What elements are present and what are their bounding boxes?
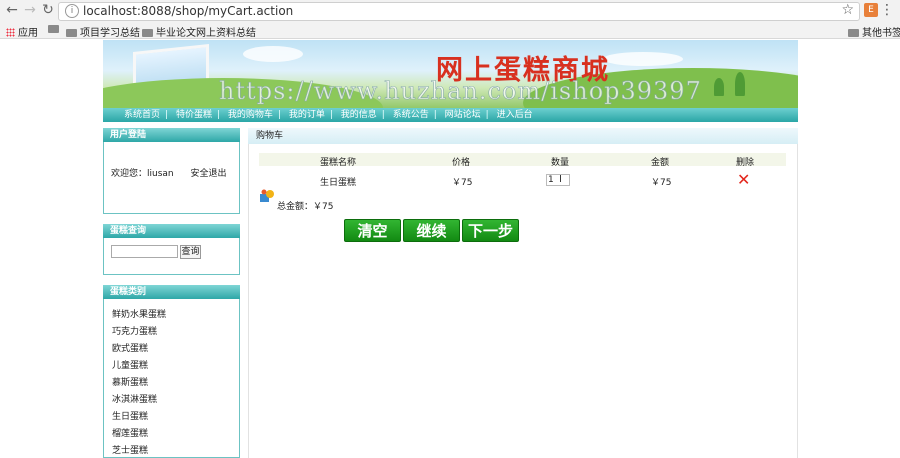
cart-panel <box>248 144 798 458</box>
nav-forum[interactable]: 网站论坛 <box>440 108 486 122</box>
category-panel-title: 蛋糕类别 <box>103 285 240 299</box>
nav-announcements[interactable]: 系统公告 <box>388 108 434 122</box>
cloud-shape <box>603 52 683 66</box>
folder-icon <box>142 29 153 37</box>
welcome-text: 欢迎您：liusan <box>111 169 174 179</box>
category-item[interactable]: 巧克力蛋糕 <box>112 324 157 337</box>
search-button[interactable]: 查询 <box>180 245 201 259</box>
tree-graphic <box>714 78 724 96</box>
search-panel-title: 蛋糕查询 <box>103 224 240 238</box>
folder-icon <box>66 29 77 37</box>
reload-icon[interactable]: ↻ <box>40 2 56 18</box>
nav-my-orders[interactable]: 我的订单 <box>284 108 330 122</box>
forward-icon[interactable]: → <box>22 2 38 18</box>
apps-icon <box>6 28 15 37</box>
nav-my-info[interactable]: 我的信息 <box>336 108 382 122</box>
next-step-button[interactable]: 下一步 <box>462 219 519 242</box>
cart-total-icon <box>260 189 274 202</box>
bookmarks-bar: 应用 项目学习总结 毕业论文网上资料总结 其他书签 <box>0 22 900 39</box>
nav-my-cart[interactable]: 我的购物车 <box>223 108 278 122</box>
cart-total: 总金额：￥75 <box>277 202 334 212</box>
cart-item-name: 生日蛋糕 <box>320 178 357 188</box>
col-header-name: 蛋糕名称 <box>320 158 357 168</box>
nav-home[interactable]: 系统首页 <box>119 108 165 122</box>
category-item[interactable]: 欧式蛋糕 <box>112 341 148 354</box>
cart-title: 购物车 <box>248 128 798 144</box>
address-bar[interactable]: i localhost:8088/shop/myCart.action <box>58 2 860 21</box>
info-icon[interactable]: i <box>65 4 79 18</box>
cloud-shape <box>243 46 303 62</box>
category-item[interactable]: 慕斯蛋糕 <box>112 375 148 388</box>
login-panel-title: 用户登陆 <box>103 128 240 142</box>
nav-specials[interactable]: 特价蛋糕 <box>171 108 217 122</box>
quantity-input[interactable]: 1 <box>546 174 570 186</box>
clear-cart-button[interactable]: 清空 <box>344 219 401 242</box>
category-item[interactable]: 榴莲蛋糕 <box>112 426 148 439</box>
folder-icon <box>48 25 59 33</box>
category-item[interactable]: 冰淇淋蛋糕 <box>112 392 157 405</box>
bookmark-star-icon[interactable]: ☆ <box>841 2 854 18</box>
extension-icon[interactable]: E <box>864 3 878 17</box>
watermark-text: https://www.huzhan.com/ishop39397 <box>219 77 702 106</box>
browser-toolbar: ← → ↻ i localhost:8088/shop/myCart.actio… <box>0 0 900 23</box>
search-input[interactable] <box>111 245 178 258</box>
category-item[interactable]: 芝士蛋糕 <box>112 443 148 456</box>
col-header-qty: 数量 <box>551 158 570 168</box>
site-banner: 网上蛋糕商城 https://www.huzhan.com/ishop39397 <box>103 40 798 108</box>
bookmark-folder-1[interactable]: 项目学习总结 <box>66 24 140 39</box>
menu-icon[interactable]: ⋮ <box>880 2 894 18</box>
category-item[interactable]: 鲜奶水果蛋糕 <box>112 307 166 320</box>
cart-item-amount: ￥75 <box>651 178 672 188</box>
tree-graphic <box>735 72 745 96</box>
bookmark-other[interactable]: 其他书签 <box>848 24 900 39</box>
nav-admin[interactable]: 进入后台 <box>492 108 538 122</box>
back-icon[interactable]: ← <box>4 2 20 18</box>
delete-icon[interactable]: ✕ <box>737 170 750 189</box>
bookmark-folder-empty[interactable] <box>48 24 62 35</box>
category-item[interactable]: 儿童蛋糕 <box>112 358 148 371</box>
col-header-price: 价格 <box>452 158 471 168</box>
col-header-amount: 金额 <box>651 158 670 168</box>
bookmark-apps[interactable]: 应用 <box>6 24 38 39</box>
url-text: localhost:8088/shop/myCart.action <box>83 4 294 18</box>
logout-link[interactable]: 安全退出 <box>191 169 227 179</box>
cart-item-price: ￥75 <box>452 178 473 188</box>
col-header-delete: 删除 <box>736 158 755 168</box>
welcome-line: 欢迎您：liusan 安全退出 <box>111 166 227 179</box>
main-nav: 系统首页 | 特价蛋糕 | 我的购物车 | 我的订单 | 我的信息 | 系统公告 | 网站论… <box>103 108 798 122</box>
text-cursor-icon: I <box>559 174 562 185</box>
folder-icon <box>848 29 859 37</box>
category-item[interactable]: 生日蛋糕 <box>112 409 148 422</box>
continue-shopping-button[interactable]: 继续 <box>403 219 460 242</box>
bookmark-folder-2[interactable]: 毕业论文网上资料总结 <box>142 24 256 39</box>
